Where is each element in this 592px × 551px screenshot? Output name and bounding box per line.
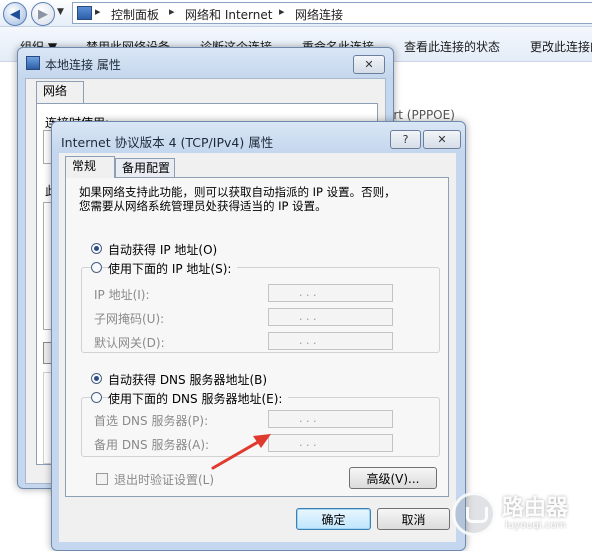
- address-bar: ◀ ▶ ▼ ▸ 控制面板 ▸ 网络和 Internet ▸ 网络连接: [0, 0, 592, 27]
- ipv4-properties-dialog: Internet 协议版本 4 (TCP/IPv4) 属性 ? ✕ 常规 备用配…: [51, 121, 466, 551]
- ip-manual-label[interactable]: 使用下面的 IP 地址(S):: [108, 260, 238, 277]
- breadcrumb-control-panel[interactable]: 控制面板: [111, 6, 159, 23]
- network-adapter-icon: [26, 56, 40, 70]
- ip-address-dots: . . .: [299, 286, 317, 299]
- subnet-mask-field[interactable]: . . .: [268, 308, 393, 326]
- close-icon: ✕: [437, 133, 447, 146]
- tab-general[interactable]: 常规: [65, 156, 115, 178]
- description-line-2: 您需要从网络系统管理员处获得适当的 IP 设置。: [79, 199, 327, 213]
- validate-label[interactable]: 退出时验证设置(L): [114, 471, 214, 488]
- subnet-mask-label: 子网掩码(U):: [94, 312, 165, 326]
- ip-auto-label[interactable]: 自动获得 IP 地址(O): [108, 241, 217, 258]
- ip-address-label: IP 地址(I):: [94, 288, 150, 302]
- dns-auto-label[interactable]: 自动获得 DNS 服务器地址(B): [108, 371, 267, 388]
- preferred-dns-dots: . . .: [299, 412, 317, 425]
- gateway-dots: . . .: [299, 334, 317, 347]
- address-field[interactable]: ▸ 控制面板 ▸ 网络和 Internet ▸ 网络连接: [72, 2, 592, 24]
- dialog-title: Internet 协议版本 4 (TCP/IPv4) 属性: [61, 135, 274, 150]
- view-status-button[interactable]: 查看此连接的状态: [404, 38, 500, 55]
- history-dropdown-icon[interactable]: ▼: [57, 7, 64, 17]
- tab-alternate-config[interactable]: 备用配置: [115, 158, 175, 178]
- ip-manual-radio[interactable]: [91, 262, 102, 273]
- annotation-arrow-icon: [211, 434, 271, 470]
- close-button[interactable]: ✕: [353, 55, 385, 74]
- connection-item-text: ort (PPPOE): [386, 108, 455, 122]
- back-icon[interactable]: ◀: [3, 2, 27, 26]
- tab-network[interactable]: 网络: [36, 81, 84, 103]
- help-icon: ?: [402, 133, 409, 146]
- preferred-dns-field[interactable]: . . .: [268, 410, 393, 428]
- dns-manual-radio[interactable]: [91, 392, 102, 403]
- alternate-dns-dots: . . .: [299, 436, 317, 449]
- watermark-logo-icon: [452, 492, 496, 536]
- dns-manual-label[interactable]: 使用下面的 DNS 服务器地址(E):: [108, 390, 289, 407]
- forward-icon[interactable]: ▶: [31, 2, 55, 26]
- ip-address-field[interactable]: . . .: [268, 284, 393, 302]
- advanced-button[interactable]: 高级(V)...: [349, 467, 437, 489]
- ip-auto-radio[interactable]: [91, 243, 102, 254]
- breadcrumb-separator-icon: ▸: [169, 5, 175, 18]
- validate-checkbox[interactable]: [96, 473, 108, 485]
- breadcrumb-separator-icon: ▸: [279, 5, 285, 18]
- subnet-mask-dots: . . .: [299, 310, 317, 323]
- change-settings-button[interactable]: 更改此连接的: [530, 38, 592, 55]
- preferred-dns-label: 首选 DNS 服务器(P):: [94, 414, 209, 428]
- alternate-dns-label: 备用 DNS 服务器(A):: [94, 438, 210, 452]
- dialog-body: 常规 备用配置 如果网络支持此功能，则可以获取自动指派的 IP 设置。否则， 您…: [59, 153, 456, 542]
- breadcrumb-network-internet[interactable]: 网络和 Internet: [185, 6, 272, 23]
- ok-button[interactable]: 确定: [296, 508, 371, 530]
- gateway-field[interactable]: . . .: [268, 332, 393, 350]
- close-button[interactable]: ✕: [423, 130, 461, 149]
- dns-auto-radio[interactable]: [91, 373, 102, 384]
- control-panel-icon: [77, 6, 92, 20]
- breadcrumb-separator-icon: ▸: [95, 5, 101, 18]
- alternate-dns-field[interactable]: . . .: [268, 434, 393, 452]
- cancel-button[interactable]: 取消: [377, 508, 450, 530]
- help-button[interactable]: ?: [390, 130, 421, 149]
- watermark-text: 路由器: [502, 496, 569, 521]
- breadcrumb-network-connections[interactable]: 网络连接: [295, 6, 343, 23]
- watermark-subtext: luyouqi.com: [505, 520, 567, 531]
- gateway-label: 默认网关(D):: [94, 336, 165, 350]
- window-title: 本地连接 属性: [45, 58, 121, 72]
- close-icon: ✕: [364, 58, 374, 71]
